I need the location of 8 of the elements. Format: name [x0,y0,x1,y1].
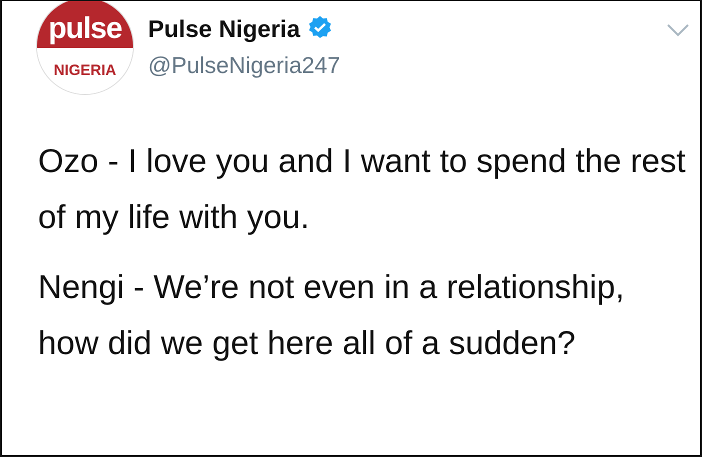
display-name[interactable]: Pulse Nigeria [148,16,300,44]
tweet-text: Ozo - I love you and I want to spend the rest of my life with you. [38,141,687,237]
user-handle[interactable]: @PulseNigeria247 [148,52,340,79]
logo-text: pulse [48,12,122,46]
avatar-logo[interactable]: pulse NIGERIA [36,1,134,95]
chevron-down-icon[interactable] [666,23,690,37]
logo-text: NIGERIA [54,62,116,80]
tweet-text: Nengi - We’re not even in a relationship, how did we get here all of a sudden? [38,267,626,363]
